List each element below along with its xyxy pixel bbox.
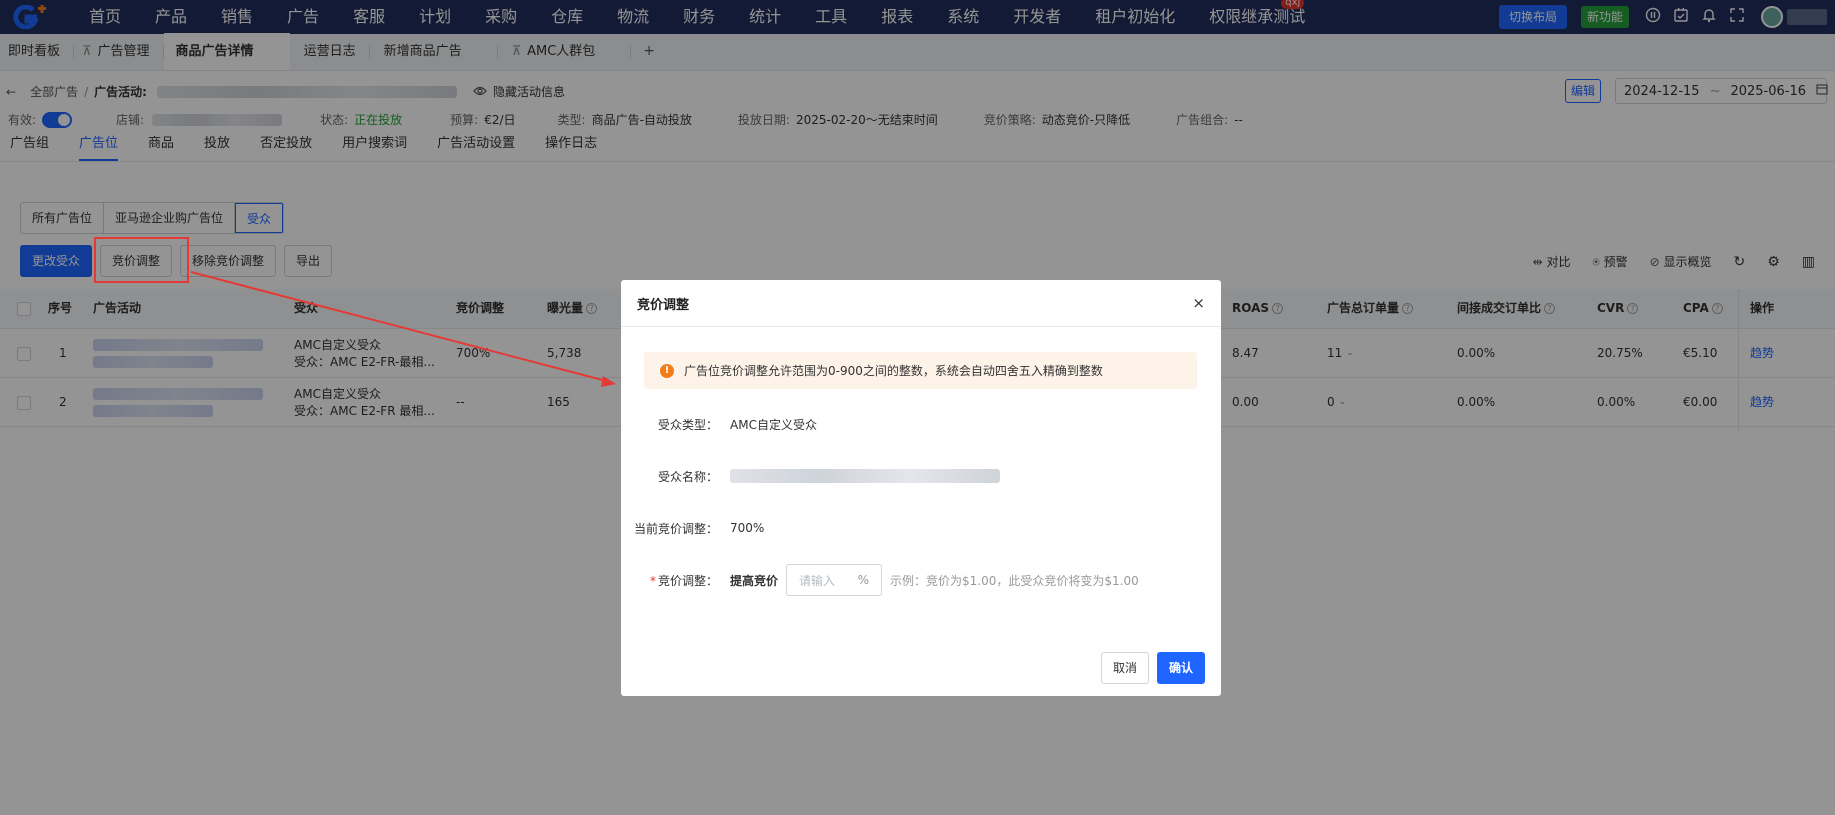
raise-bid-label: 提高竞价 [730, 573, 779, 588]
cancel-button[interactable]: 取消 [1100, 652, 1149, 684]
bid-hint: 示例：竞价为$1.00，此受众竞价将变为$1.00 [890, 573, 1139, 588]
current-bid-value: 700% [730, 521, 765, 535]
audience-type-row: 受众类型： AMC自定义受众 [621, 412, 1221, 436]
required-mark: * [649, 573, 656, 588]
info-alert: ! 广告位竞价调整允许范围为0-900之间的整数，系统会自动四舍五入精确到整数 [644, 352, 1197, 389]
warning-icon: ! [660, 363, 674, 378]
audience-name-row: 受众名称： [621, 464, 1221, 488]
audience-type-label: 受众类型： [657, 417, 718, 432]
bid-adjust-row: * 竞价调整： 提高竞价 请输入 % 示例：竞价为$1.00，此受众竞价将变为$1… [621, 564, 1221, 596]
alert-text: 广告位竞价调整允许范围为0-900之间的整数，系统会自动四舍五入精确到整数 [684, 364, 1103, 378]
audience-type-value: AMC自定义受众 [730, 417, 817, 432]
bid-adjust-label: * 竞价调整： [621, 572, 730, 589]
bid-input-placeholder: 请输入 [799, 573, 836, 588]
current-bid-row: 当前竞价调整： 700% [621, 516, 1221, 540]
modal-header: 竞价调整 × [621, 280, 1221, 327]
confirm-button[interactable]: 确认 [1156, 652, 1205, 684]
bid-percent-input[interactable]: 请输入 % [786, 564, 883, 596]
percent-suffix: % [857, 573, 870, 587]
close-icon[interactable]: × [1192, 294, 1205, 312]
modal-title: 竞价调整 [637, 297, 690, 313]
bid-adjust-label-text: 竞价调整： [657, 573, 718, 588]
audience-name-blurred [730, 469, 1000, 483]
audience-name-label: 受众名称： [657, 469, 718, 484]
bid-adjust-modal: 竞价调整 × ! 广告位竞价调整允许范围为0-900之间的整数，系统会自动四舍五… [621, 280, 1221, 696]
current-bid-label: 当前竞价调整： [633, 521, 718, 536]
modal-footer: 取消 确认 [1100, 652, 1205, 684]
annotation-highlight-box [94, 237, 189, 283]
